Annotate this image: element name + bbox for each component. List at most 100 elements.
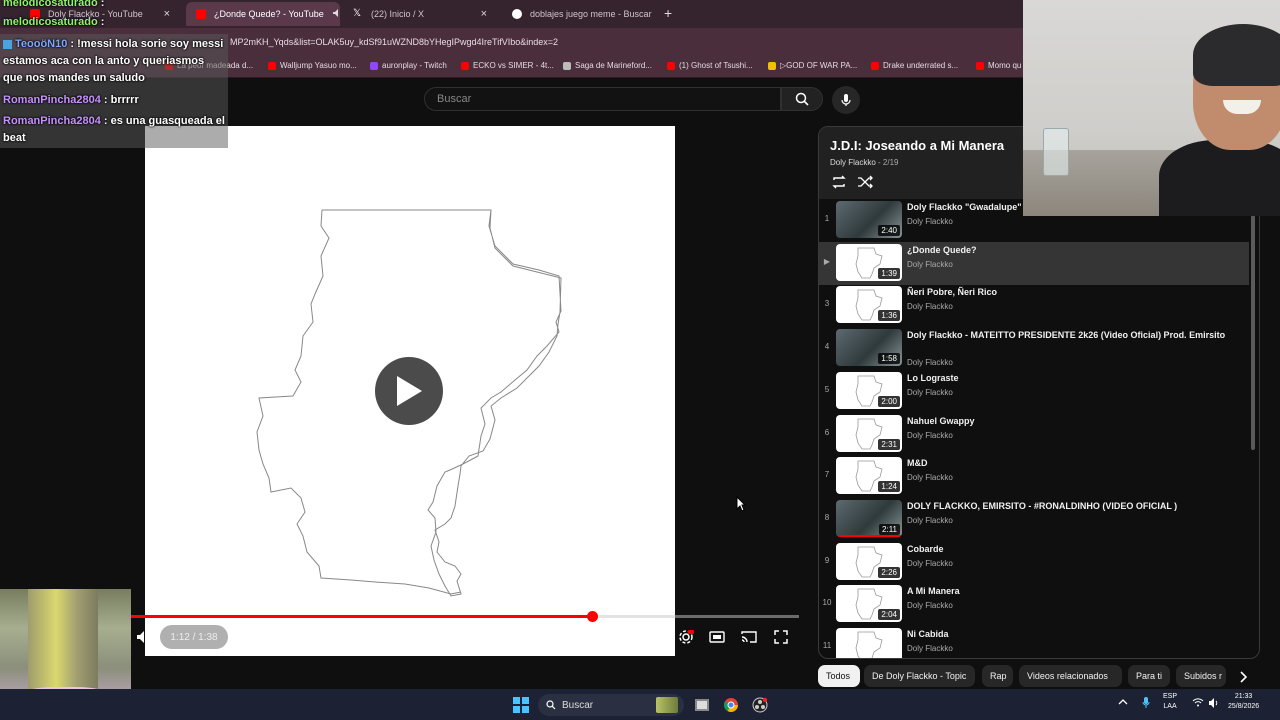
bookmark-item[interactable]: auronplay - Twitch [370,61,447,70]
playlist-item[interactable]: 9 2:26 Cobarde Doly Flackko [819,541,1249,584]
video-thumbnail[interactable]: 2:26 [836,542,902,580]
theater-mode-button[interactable] [706,627,728,647]
taskbar-app-explorer[interactable] [691,694,713,716]
video-title[interactable]: Nahuel Gwappy [907,415,1237,427]
playlist-channel[interactable]: Doly Flackko [830,158,876,167]
window-icon [695,699,709,711]
video-progress-bar[interactable] [131,611,799,622]
fullscreen-button[interactable] [770,627,792,647]
video-title[interactable]: DOLY FLACKKO, EMIRSITO - #RONALDINHO (VI… [907,500,1237,512]
search-input[interactable]: Buscar [424,87,781,111]
voice-search-button[interactable] [832,86,860,114]
filter-chip[interactable]: Rap [982,665,1013,687]
video-thumbnail[interactable]: 2:31 [836,414,902,452]
video-title[interactable]: ¿Donde Quede? [907,244,1237,256]
video-title[interactable]: A Mi Manera [907,585,1237,597]
video-thumbnail[interactable]: 2:40 [836,201,902,238]
tab-x-inicio[interactable]: 𝕏 (22) Inicio / X × [343,2,497,26]
streamer-webcam [1023,0,1280,216]
loop-button[interactable] [831,175,847,189]
playlist-item-index: 11 [822,641,832,650]
filter-chip[interactable]: Subidos r [1176,665,1226,687]
volume-icon [137,631,148,643]
keyboard-language[interactable]: ESP LAA [1163,692,1177,712]
close-tab-icon[interactable]: × [481,8,487,20]
filter-chip[interactable]: De Doly Flackko - Topic [864,665,975,687]
video-title[interactable]: Doly Flackko - MATEITTO PRESIDENTE 2k26 … [907,329,1237,341]
cast-button[interactable] [738,627,760,647]
search-button[interactable] [781,87,823,111]
playlist-item[interactable]: 4 1:58 Doly Flackko - MATEITTO PRESIDENTE … [819,327,1249,370]
volume-button[interactable] [132,626,156,648]
fullscreen-icon [774,630,788,644]
new-tab-button[interactable]: + [664,5,672,21]
wifi-icon[interactable] [1192,698,1204,711]
settings-button[interactable] [675,627,697,647]
playlist-item[interactable]: ▶ 1:39 ¿Donde Quede? Doly Flackko [819,241,1249,285]
bookmark-item[interactable]: Drake underrated s... [871,61,958,70]
video-thumbnail[interactable]: 1:39 [836,243,902,281]
video-channel[interactable]: Doly Flackko [907,516,953,525]
bookmark-item[interactable]: ECKO vs SIMER - 4t... [461,61,554,70]
filter-chip[interactable]: Para ti [1128,665,1170,687]
playlist-scrollbar[interactable] [1251,215,1255,450]
windows-start-button[interactable] [513,697,529,713]
play-button[interactable] [375,357,443,425]
twitch-icon [370,61,378,70]
chat-message: TeooöN10 : !messi hola sorie soy messi e… [3,38,224,84]
playlist-item[interactable]: 10 2:04 A Mi Manera Doly Flackko [819,583,1249,626]
bookmark-item[interactable]: (1) Ghost of Tsushi... [667,61,753,70]
video-title[interactable]: Cobarde [907,543,1237,555]
video-duration: 1:24 [878,481,900,493]
chips-next-button[interactable] [1236,668,1250,686]
video-channel[interactable]: Doly Flackko [907,217,953,226]
microphone-tray-icon[interactable] [1142,697,1150,713]
video-title[interactable]: Ni Cabida [907,628,1237,640]
video-thumbnail[interactable]: 1:24 [836,457,902,495]
tab-label: doblajes juego meme - Buscar [530,9,652,19]
bookmark-item[interactable]: ▷GOD OF WAR PA... [768,61,857,70]
video-thumbnail[interactable]: 2:04 [836,585,902,623]
filter-chip[interactable]: Todos [818,665,860,687]
playlist-item[interactable]: 8 2:11 DOLY FLACKKO, EMIRSITO - #RONALDINH… [819,498,1249,541]
video-thumbnail[interactable]: 1:58 [836,329,902,367]
video-title[interactable]: Lo Lograste [907,372,1237,384]
video-channel[interactable]: Doly Flackko [907,302,953,311]
video-player[interactable] [145,126,675,656]
video-channel[interactable]: Doly Flackko [907,559,953,568]
progress-scrubber[interactable] [586,611,598,622]
video-channel[interactable]: Doly Flackko [907,473,953,482]
video-title[interactable]: Ñeri Pobre, Ñeri Rico [907,286,1237,298]
video-thumbnail[interactable]: 1:36 [836,286,902,324]
playlist-item[interactable]: 6 2:31 Nahuel Gwappy Doly Flackko [819,413,1249,456]
bookmark-item[interactable]: Walljump Yasuo mo... [268,61,357,70]
video-thumbnail[interactable]: 2:11 [836,499,902,537]
speaker-icon[interactable] [1208,698,1220,712]
bookmark-item[interactable]: Saga de Marineford... [563,61,652,70]
video-channel[interactable]: Doly Flackko [907,260,953,269]
taskbar-app-chrome[interactable] [720,694,742,716]
tray-chevron-icon[interactable] [1118,698,1128,710]
playlist-title[interactable]: J.D.I: Joseando a Mi Manera [830,138,1004,153]
clock[interactable]: 21:33 25/8/2026 [1228,692,1259,712]
video-thumbnail[interactable] [836,628,902,658]
playlist-item[interactable]: 7 1:24 M&D Doly Flackko [819,455,1249,498]
taskbar-app-obs[interactable] [749,694,771,716]
tab-google-search[interactable]: doblajes juego meme - Buscar × [502,2,658,26]
video-title[interactable]: M&D [907,457,1237,469]
video-thumbnail[interactable]: 2:00 [836,371,902,409]
video-channel[interactable]: Doly Flackko [907,644,953,653]
bookmark-item[interactable]: Momo qu [976,61,1021,70]
video-channel[interactable]: Doly Flackko [907,388,953,397]
bookmark-favicon-icon [768,61,776,70]
video-channel[interactable]: Doly Flackko [907,431,953,440]
playlist-item[interactable]: 3 1:36 Ñeri Pobre, Ñeri Rico Doly Flackko [819,284,1249,327]
video-channel[interactable]: Doly Flackko [907,601,953,610]
map-thumbnail-icon [855,631,883,658]
taskbar-app-game[interactable] [656,694,678,716]
filter-chip[interactable]: Videos relacionados [1019,665,1122,687]
playlist-item[interactable]: 11 Ni Cabida Doly Flackko [819,626,1249,658]
shuffle-button[interactable] [857,175,873,189]
playlist-item[interactable]: 5 2:00 Lo Lograste Doly Flackko [819,370,1249,413]
video-channel[interactable]: Doly Flackko [907,358,953,367]
